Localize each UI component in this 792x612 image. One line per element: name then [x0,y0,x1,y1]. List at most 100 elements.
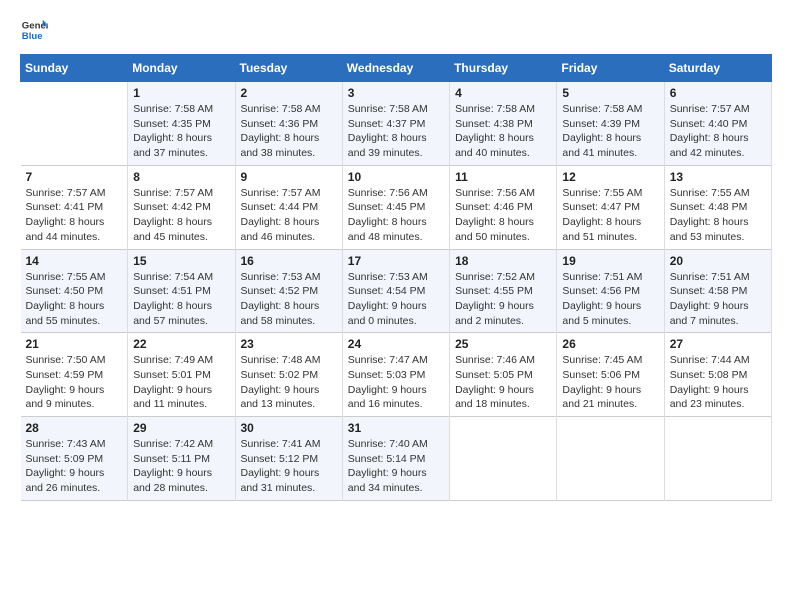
day-daylight: Daylight: 9 hours and 16 minutes. [348,383,444,412]
day-sunset: Sunset: 5:11 PM [133,452,229,467]
day-sunset: Sunset: 4:44 PM [241,200,337,215]
day-daylight: Daylight: 9 hours and 2 minutes. [455,299,551,328]
day-sunrise: Sunrise: 7:46 AM [455,353,551,368]
day-sunrise: Sunrise: 7:56 AM [455,186,551,201]
calendar-cell: 14 Sunrise: 7:55 AM Sunset: 4:50 PM Dayl… [21,249,128,333]
day-daylight: Daylight: 8 hours and 39 minutes. [348,131,444,160]
calendar-cell: 11 Sunrise: 7:56 AM Sunset: 4:46 PM Dayl… [450,165,557,249]
day-daylight: Daylight: 8 hours and 45 minutes. [133,215,229,244]
calendar-cell: 30 Sunrise: 7:41 AM Sunset: 5:12 PM Dayl… [235,417,342,501]
day-number: 7 [26,170,123,184]
day-sunrise: Sunrise: 7:53 AM [348,270,444,285]
svg-text:Blue: Blue [22,31,43,42]
calendar-cell: 5 Sunrise: 7:58 AM Sunset: 4:39 PM Dayli… [557,82,664,166]
day-daylight: Daylight: 9 hours and 18 minutes. [455,383,551,412]
day-sunrise: Sunrise: 7:58 AM [133,102,229,117]
day-number: 15 [133,254,229,268]
calendar-cell [450,417,557,501]
day-number: 12 [562,170,658,184]
day-sunset: Sunset: 4:59 PM [26,368,123,383]
day-sunrise: Sunrise: 7:51 AM [562,270,658,285]
day-daylight: Daylight: 8 hours and 44 minutes. [26,215,123,244]
day-sunset: Sunset: 4:35 PM [133,117,229,132]
day-sunset: Sunset: 4:46 PM [455,200,551,215]
calendar-cell: 24 Sunrise: 7:47 AM Sunset: 5:03 PM Dayl… [342,333,449,417]
day-daylight: Daylight: 8 hours and 41 minutes. [562,131,658,160]
calendar-cell: 17 Sunrise: 7:53 AM Sunset: 4:54 PM Dayl… [342,249,449,333]
day-number: 19 [562,254,658,268]
day-sunset: Sunset: 5:01 PM [133,368,229,383]
day-daylight: Daylight: 8 hours and 38 minutes. [241,131,337,160]
calendar-cell: 21 Sunrise: 7:50 AM Sunset: 4:59 PM Dayl… [21,333,128,417]
calendar-cell: 28 Sunrise: 7:43 AM Sunset: 5:09 PM Dayl… [21,417,128,501]
day-number: 4 [455,86,551,100]
calendar-cell: 2 Sunrise: 7:58 AM Sunset: 4:36 PM Dayli… [235,82,342,166]
calendar-cell: 6 Sunrise: 7:57 AM Sunset: 4:40 PM Dayli… [664,82,771,166]
weekday-header-thursday: Thursday [450,55,557,82]
day-number: 30 [241,421,337,435]
weekday-header-sunday: Sunday [21,55,128,82]
day-daylight: Daylight: 9 hours and 11 minutes. [133,383,229,412]
calendar-week-row: 21 Sunrise: 7:50 AM Sunset: 4:59 PM Dayl… [21,333,772,417]
day-number: 3 [348,86,444,100]
page-header: General Blue [20,16,772,44]
day-sunset: Sunset: 4:40 PM [670,117,766,132]
calendar-cell: 27 Sunrise: 7:44 AM Sunset: 5:08 PM Dayl… [664,333,771,417]
day-sunrise: Sunrise: 7:55 AM [26,270,123,285]
day-sunset: Sunset: 5:12 PM [241,452,337,467]
day-sunrise: Sunrise: 7:54 AM [133,270,229,285]
calendar-cell: 4 Sunrise: 7:58 AM Sunset: 4:38 PM Dayli… [450,82,557,166]
day-sunrise: Sunrise: 7:58 AM [562,102,658,117]
day-daylight: Daylight: 8 hours and 48 minutes. [348,215,444,244]
day-sunrise: Sunrise: 7:55 AM [562,186,658,201]
day-sunrise: Sunrise: 7:57 AM [670,102,766,117]
day-number: 14 [26,254,123,268]
day-sunset: Sunset: 4:47 PM [562,200,658,215]
calendar-cell: 15 Sunrise: 7:54 AM Sunset: 4:51 PM Dayl… [128,249,235,333]
day-number: 22 [133,337,229,351]
day-sunrise: Sunrise: 7:57 AM [241,186,337,201]
day-sunrise: Sunrise: 7:41 AM [241,437,337,452]
day-sunset: Sunset: 5:03 PM [348,368,444,383]
day-sunset: Sunset: 4:39 PM [562,117,658,132]
day-sunrise: Sunrise: 7:45 AM [562,353,658,368]
logo: General Blue [20,16,48,44]
calendar-cell [21,82,128,166]
calendar-cell [557,417,664,501]
day-sunset: Sunset: 4:38 PM [455,117,551,132]
day-sunset: Sunset: 5:02 PM [241,368,337,383]
day-sunrise: Sunrise: 7:49 AM [133,353,229,368]
day-daylight: Daylight: 9 hours and 23 minutes. [670,383,766,412]
day-daylight: Daylight: 8 hours and 57 minutes. [133,299,229,328]
day-number: 6 [670,86,766,100]
calendar-week-row: 28 Sunrise: 7:43 AM Sunset: 5:09 PM Dayl… [21,417,772,501]
day-daylight: Daylight: 9 hours and 13 minutes. [241,383,337,412]
weekday-header-saturday: Saturday [664,55,771,82]
day-sunset: Sunset: 4:58 PM [670,284,766,299]
calendar-cell [664,417,771,501]
day-number: 1 [133,86,229,100]
day-sunset: Sunset: 5:08 PM [670,368,766,383]
day-daylight: Daylight: 8 hours and 40 minutes. [455,131,551,160]
day-sunset: Sunset: 4:52 PM [241,284,337,299]
weekday-header-tuesday: Tuesday [235,55,342,82]
day-sunrise: Sunrise: 7:58 AM [455,102,551,117]
calendar-cell: 12 Sunrise: 7:55 AM Sunset: 4:47 PM Dayl… [557,165,664,249]
calendar-table: SundayMondayTuesdayWednesdayThursdayFrid… [20,54,772,501]
day-daylight: Daylight: 9 hours and 28 minutes. [133,466,229,495]
day-sunrise: Sunrise: 7:40 AM [348,437,444,452]
calendar-cell: 7 Sunrise: 7:57 AM Sunset: 4:41 PM Dayli… [21,165,128,249]
calendar-week-row: 1 Sunrise: 7:58 AM Sunset: 4:35 PM Dayli… [21,82,772,166]
calendar-cell: 8 Sunrise: 7:57 AM Sunset: 4:42 PM Dayli… [128,165,235,249]
day-sunrise: Sunrise: 7:44 AM [670,353,766,368]
day-daylight: Daylight: 8 hours and 58 minutes. [241,299,337,328]
day-daylight: Daylight: 9 hours and 0 minutes. [348,299,444,328]
day-number: 2 [241,86,337,100]
day-number: 23 [241,337,337,351]
day-daylight: Daylight: 8 hours and 51 minutes. [562,215,658,244]
day-number: 8 [133,170,229,184]
day-sunset: Sunset: 5:05 PM [455,368,551,383]
day-number: 5 [562,86,658,100]
day-sunset: Sunset: 4:51 PM [133,284,229,299]
calendar-week-row: 14 Sunrise: 7:55 AM Sunset: 4:50 PM Dayl… [21,249,772,333]
